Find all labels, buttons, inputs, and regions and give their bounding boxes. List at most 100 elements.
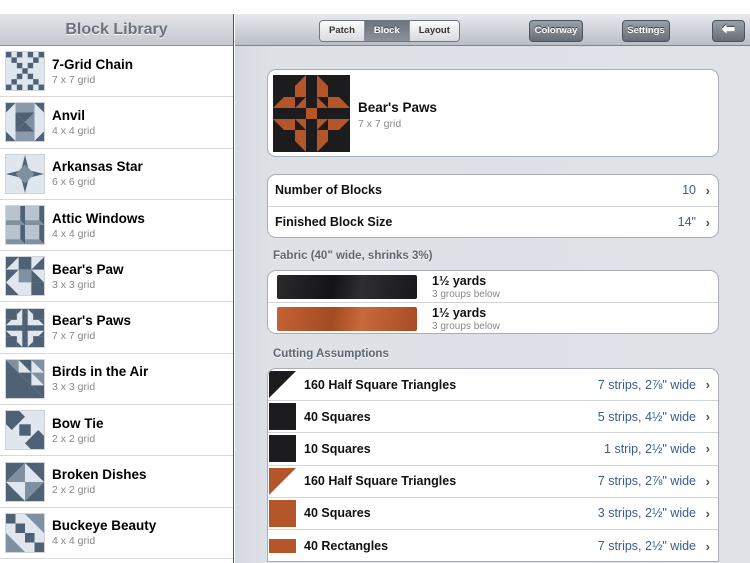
- block-list-item[interactable]: Buckeye Beauty 4 x 4 grid: [0, 508, 233, 559]
- block-grid: 4 x 4 grid: [52, 227, 96, 240]
- cutting-value: 1 strip, 2½" wide: [604, 441, 696, 456]
- back-button[interactable]: ⬅: [712, 20, 745, 42]
- bears-paw-thumbnail: [5, 256, 45, 297]
- cutting-label: 40 Rectangles: [304, 539, 389, 554]
- cutting-row[interactable]: 160 Half Square Triangles 7 strips, 2⅞" …: [268, 466, 718, 498]
- cutting-value: 5 strips, 4½" wide: [597, 409, 696, 424]
- number-of-blocks-label: Number of Blocks: [275, 183, 382, 198]
- cutting-label: 40 Squares: [304, 409, 371, 424]
- buckeye-beauty-thumbnail: [5, 512, 45, 553]
- cutting-row[interactable]: 40 Rectangles 7 strips, 2½" wide ›: [268, 530, 718, 561]
- dark-square-icon: [269, 403, 296, 431]
- arkansas-star-thumbnail: [5, 153, 45, 194]
- chevron-right-icon: ›: [705, 182, 710, 198]
- block-grid: 3 x 3 grid: [52, 381, 96, 394]
- cutting-label: 160 Half Square Triangles: [304, 377, 457, 392]
- cutting-label: 160 Half Square Triangles: [304, 474, 457, 489]
- fabric-row-rust[interactable]: 1½ yards 3 groups below: [268, 303, 718, 333]
- block-settings-card: Number of Blocks 10 › Finished Block Siz…: [267, 174, 719, 238]
- chevron-right-icon: ›: [705, 505, 710, 521]
- number-of-blocks-row[interactable]: Number of Blocks 10 ›: [268, 175, 718, 207]
- bears-paws-preview: [273, 75, 350, 152]
- selected-block-grid: 7 x 7 grid: [358, 118, 402, 130]
- dark-square-icon: [269, 435, 296, 463]
- block-grid: 7 x 7 grid: [52, 330, 96, 343]
- block-library-sidebar: Block Library 7-Grid Chain 7 x 7 grid An…: [0, 14, 234, 563]
- selected-block-name: Bear's Paws: [358, 100, 438, 115]
- broken-dishes-thumbnail: [5, 461, 45, 502]
- block-grid: 7 x 7 grid: [52, 73, 96, 86]
- view-segmented-control: Patch Block Layout: [319, 20, 460, 42]
- birds-in-the-air-thumbnail: [5, 358, 45, 399]
- block-list-item[interactable]: Anvil 4 x 4 grid: [0, 97, 233, 149]
- block-list-item[interactable]: Bear's Paw 3 x 3 grid: [0, 251, 233, 303]
- block-title: Attic Windows: [52, 210, 145, 226]
- block-list-item[interactable]: 7-Grid Chain 7 x 7 grid: [0, 46, 233, 98]
- block-grid: 4 x 4 grid: [52, 535, 96, 548]
- rust-fabric-swatch: [277, 307, 417, 331]
- block-list-item[interactable]: Bear's Paws 7 x 7 grid: [0, 302, 233, 354]
- block-title: Buckeye Beauty: [52, 518, 157, 534]
- rust-triangle-icon: [269, 467, 296, 495]
- block-title: 7-Grid Chain: [52, 56, 134, 72]
- toolbar: Patch Block Layout Colorway Settings ⬅: [235, 14, 750, 46]
- block-title: Anvil: [52, 107, 86, 123]
- rust-rectangle-icon: [269, 531, 296, 559]
- cutting-card: 160 Half Square Triangles 7 strips, 2⅞" …: [267, 368, 719, 562]
- chevron-right-icon: ›: [705, 473, 710, 489]
- cutting-value: 7 strips, 2⅞" wide: [597, 377, 696, 392]
- cutting-value: 7 strips, 2⅞" wide: [597, 474, 696, 489]
- bow-tie-thumbnail: [5, 410, 45, 451]
- selected-block-card[interactable]: Bear's Paws 7 x 7 grid: [267, 69, 719, 157]
- block-title: Broken Dishes: [52, 467, 147, 483]
- block-detail-panel: Patch Block Layout Colorway Settings ⬅ B…: [235, 14, 750, 563]
- cutting-row[interactable]: 40 Squares 5 strips, 4½" wide ›: [268, 401, 718, 434]
- fabric-yards: 1½ yards: [432, 274, 487, 288]
- block-list: 7-Grid Chain 7 x 7 grid Anvil 4 x 4 grid…: [0, 46, 233, 559]
- block-grid: 4 x 4 grid: [52, 124, 96, 137]
- bears-paws-thumbnail: [5, 307, 45, 348]
- number-of-blocks-value: 10: [682, 183, 696, 198]
- chevron-right-icon: ›: [705, 409, 710, 425]
- block-list-item[interactable]: Arkansas Star 6 x 6 grid: [0, 149, 233, 200]
- chevron-right-icon: ›: [705, 441, 710, 457]
- block-title: Bow Tie: [52, 415, 104, 431]
- back-arrow-icon: ⬅: [721, 21, 736, 38]
- block-grid: 6 x 6 grid: [52, 176, 96, 189]
- block-list-item[interactable]: Broken Dishes 2 x 2 grid: [0, 456, 233, 508]
- cutting-row[interactable]: 40 Squares 3 strips, 2½" wide ›: [268, 498, 718, 530]
- finished-block-size-label: Finished Block Size: [275, 215, 393, 230]
- block-title: Birds in the Air: [52, 364, 149, 380]
- fabric-row-dark[interactable]: 1½ yards 3 groups below: [268, 271, 718, 303]
- settings-button[interactable]: Settings: [622, 20, 670, 42]
- block-list-item[interactable]: Bow Tie 2 x 2 grid: [0, 405, 233, 457]
- anvil-thumbnail: [5, 102, 45, 143]
- block-list-item[interactable]: Attic Windows 4 x 4 grid: [0, 200, 233, 252]
- cutting-row[interactable]: 10 Squares 1 strip, 2½" wide ›: [268, 433, 718, 466]
- block-list-item[interactable]: Birds in the Air 3 x 3 grid: [0, 354, 233, 406]
- segment-layout[interactable]: Layout: [409, 21, 459, 41]
- segment-block[interactable]: Block: [364, 21, 410, 41]
- cutting-value: 3 strips, 2½" wide: [597, 506, 696, 521]
- block-grid: 2 x 2 grid: [52, 432, 96, 445]
- fabric-groups: 3 groups below: [432, 321, 500, 332]
- fabric-card: 1½ yards 3 groups below 1½ yards 3 group…: [267, 270, 719, 334]
- 7-grid-chain-thumbnail: [5, 51, 45, 92]
- rust-square-icon: [269, 499, 296, 527]
- chevron-right-icon: ›: [705, 377, 710, 393]
- cutting-row[interactable]: 160 Half Square Triangles 7 strips, 2⅞" …: [268, 369, 718, 402]
- sidebar-title: Block Library: [0, 14, 233, 46]
- finished-block-size-row[interactable]: Finished Block Size 14" ›: [268, 207, 718, 238]
- chevron-right-icon: ›: [705, 214, 710, 230]
- chevron-right-icon: ›: [705, 538, 710, 554]
- cutting-value: 7 strips, 2½" wide: [597, 539, 696, 554]
- cutting-label: 10 Squares: [304, 441, 371, 456]
- colorway-button[interactable]: Colorway: [529, 20, 583, 42]
- fabric-groups: 3 groups below: [432, 289, 500, 300]
- fabric-yards: 1½ yards: [432, 306, 487, 320]
- block-title: Bear's Paws: [52, 313, 132, 329]
- segment-patch[interactable]: Patch: [320, 21, 365, 41]
- attic-windows-thumbnail: [5, 205, 45, 246]
- finished-block-size-value: 14": [677, 215, 696, 230]
- block-grid: 2 x 2 grid: [52, 484, 96, 497]
